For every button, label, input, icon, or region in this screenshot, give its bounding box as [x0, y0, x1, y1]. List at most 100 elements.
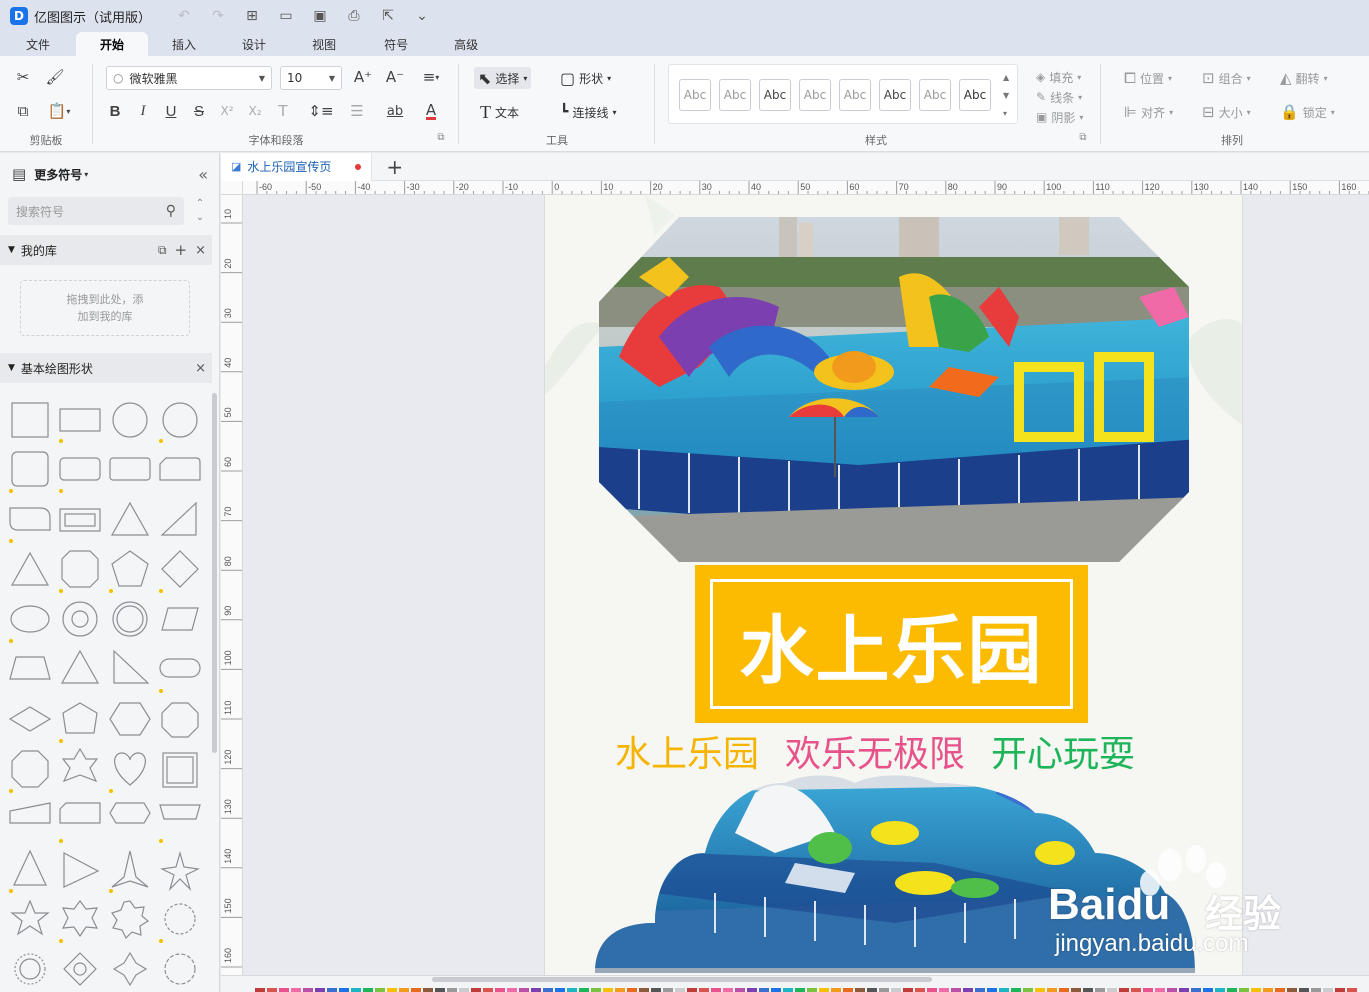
color-swatch[interactable]	[411, 988, 421, 992]
more-icon[interactable]: ⌄	[407, 5, 437, 27]
text-tool-button[interactable]: T 文本	[476, 101, 523, 123]
seven-point-star-shape[interactable]	[111, 900, 150, 940]
style-sample[interactable]: Abc	[919, 79, 951, 111]
style-sample[interactable]: Abc	[719, 79, 751, 111]
color-swatch[interactable]	[1203, 988, 1213, 992]
color-swatch[interactable]	[651, 988, 661, 992]
color-swatch[interactable]	[315, 988, 325, 992]
display-shape[interactable]	[109, 802, 151, 824]
color-swatch[interactable]	[423, 988, 433, 992]
text-case-icon[interactable]: T	[270, 100, 296, 122]
color-swatch[interactable]	[951, 988, 961, 992]
color-swatch[interactable]	[1239, 988, 1249, 992]
color-swatch[interactable]	[483, 988, 493, 992]
color-swatch[interactable]	[1275, 988, 1285, 992]
heptagon-shape[interactable]	[161, 702, 199, 738]
color-swatch[interactable]	[831, 988, 841, 992]
octagon-shape[interactable]	[61, 550, 99, 588]
oval-shape[interactable]	[10, 605, 50, 633]
color-swatch[interactable]	[711, 988, 721, 992]
basic-shapes-header[interactable]: ▼ 基本绘图形状 ×	[0, 353, 212, 383]
right-angle-triangle-shape[interactable]	[113, 649, 150, 684]
capsule-shape[interactable]	[159, 658, 201, 678]
color-swatch[interactable]	[399, 988, 409, 992]
symbol-search-input[interactable]: 搜索符号 ⚲	[8, 197, 184, 225]
color-swatch[interactable]	[351, 988, 361, 992]
color-swatch[interactable]	[1035, 988, 1045, 992]
color-swatch[interactable]	[735, 988, 745, 992]
fill-button[interactable]: ◈ 填充 ▾	[1032, 66, 1085, 88]
color-swatch[interactable]	[603, 988, 613, 992]
color-swatch[interactable]	[1179, 988, 1189, 992]
triangle-small-shape[interactable]	[10, 551, 50, 586]
bevel-frame-shape[interactable]	[162, 752, 198, 788]
align-button[interactable]: ⊫ 对齐 ▾	[1120, 101, 1177, 123]
flat-diamond-shape[interactable]	[8, 706, 52, 732]
chevron-down-icon[interactable]: ▾	[84, 170, 88, 179]
color-swatch[interactable]	[255, 988, 265, 992]
color-swatch[interactable]	[1299, 988, 1309, 992]
color-swatch[interactable]	[927, 988, 937, 992]
color-swatch[interactable]	[1107, 988, 1117, 992]
search-nav-icon[interactable]: ⌃ ⌄	[192, 197, 208, 225]
color-swatch[interactable]	[591, 988, 601, 992]
rounded-square-shape[interactable]	[11, 451, 49, 487]
color-swatch[interactable]	[1059, 988, 1069, 992]
color-swatch[interactable]	[291, 988, 301, 992]
search-icon[interactable]: ⚲	[166, 203, 176, 219]
round-corner-rectangle-shape[interactable]	[109, 457, 151, 481]
color-swatch[interactable]	[1251, 988, 1261, 992]
color-swatch[interactable]	[1191, 988, 1201, 992]
bold-button[interactable]: B	[102, 100, 128, 122]
undo-icon[interactable]: ↶	[169, 5, 199, 27]
five-point-star-shape[interactable]	[10, 899, 50, 936]
color-swatch[interactable]	[1287, 988, 1297, 992]
card-shape[interactable]	[59, 802, 101, 824]
color-swatch[interactable]	[543, 988, 553, 992]
style-sample[interactable]: Abc	[799, 79, 831, 111]
sun-burst-shape[interactable]	[164, 953, 196, 985]
color-swatch[interactable]	[1263, 988, 1273, 992]
styles-dialog-launcher-icon[interactable]: ⧉	[1076, 130, 1090, 144]
style-sample[interactable]: Abc	[679, 79, 711, 111]
color-swatch[interactable]	[363, 988, 373, 992]
parallelogram-shape[interactable]	[161, 607, 199, 631]
color-swatch[interactable]	[867, 988, 877, 992]
color-swatch[interactable]	[567, 988, 577, 992]
color-swatch[interactable]	[627, 988, 637, 992]
style-sample[interactable]: Abc	[759, 79, 791, 111]
color-swatch[interactable]	[387, 988, 397, 992]
redo-icon[interactable]: ↷	[203, 5, 233, 27]
color-swatch[interactable]	[663, 988, 673, 992]
font-grow-icon[interactable]: A⁺	[350, 66, 376, 88]
diamond-shape[interactable]	[161, 550, 199, 588]
diamond-frame-shape[interactable]	[63, 952, 97, 986]
color-swatch[interactable]	[1215, 988, 1225, 992]
color-swatch[interactable]	[855, 988, 865, 992]
poster-slogan[interactable]: 水上乐园 欢乐无极限 开心玩耍	[615, 725, 1175, 777]
isosceles-triangle-shape[interactable]	[60, 649, 100, 684]
superscript-icon[interactable]: X²	[214, 100, 240, 122]
import-icon[interactable]: ⧉	[158, 243, 167, 258]
snip-rectangle-shape[interactable]	[159, 457, 201, 481]
octagon-2-shape[interactable]	[11, 750, 49, 788]
format-painter-icon[interactable]: 🖌	[42, 66, 68, 88]
highlight-icon[interactable]: ab	[378, 100, 412, 122]
color-swatch[interactable]	[1347, 988, 1357, 992]
save-icon[interactable]: ▣	[305, 5, 335, 27]
six-point-star-shape[interactable]	[61, 900, 99, 938]
color-swatch[interactable]	[555, 988, 565, 992]
color-swatch[interactable]	[303, 988, 313, 992]
color-swatch[interactable]	[507, 988, 517, 992]
color-swatch[interactable]	[759, 988, 769, 992]
color-swatch[interactable]	[375, 988, 385, 992]
color-swatch[interactable]	[327, 988, 337, 992]
four-point-star-shape[interactable]	[160, 850, 200, 892]
right-pointing-triangle-shape[interactable]	[63, 852, 100, 888]
tab-insert[interactable]: 插入	[148, 32, 220, 56]
color-swatch[interactable]	[903, 988, 913, 992]
manual-input-shape[interactable]	[9, 802, 51, 824]
color-swatch[interactable]	[1023, 988, 1033, 992]
color-swatch[interactable]	[459, 988, 469, 992]
compass-star-shape[interactable]	[112, 951, 148, 987]
